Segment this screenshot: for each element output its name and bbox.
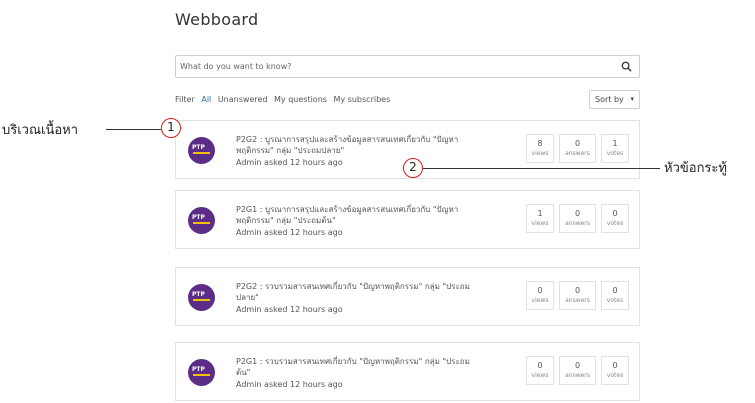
question-card[interactable]: PTP P2G1 : บูรณาการสรุปและสร้างข้อมูลสาร… [175, 190, 640, 249]
answers-label: answers [565, 372, 590, 379]
filter-all[interactable]: All [201, 95, 211, 104]
answers-label: answers [565, 150, 590, 157]
votes-label: votes [606, 372, 624, 379]
callout-marker-2: 2 [403, 158, 423, 178]
views-number: 0 [537, 286, 543, 295]
votes-count: 0 votes [601, 204, 629, 233]
views-count: 0 views [526, 281, 554, 310]
question-title[interactable]: P2G1 : รวบรวมสารสนเทศเกี่ยวกับ "ปัญหาพฤต… [236, 356, 476, 378]
callout-line-topic [423, 168, 660, 169]
votes-label: votes [606, 220, 624, 227]
votes-count: 0 votes [601, 356, 629, 385]
views-number: 1 [537, 209, 543, 218]
avatar: PTP [188, 359, 215, 386]
views-count: 8 views [526, 134, 554, 163]
votes-number: 1 [612, 139, 618, 148]
filter-my-subscribes[interactable]: My subscribes [334, 95, 391, 104]
question-meta: Admin asked 12 hours ago [236, 380, 343, 389]
votes-number: 0 [612, 286, 618, 295]
answers-number: 0 [574, 286, 581, 295]
views-count: 1 views [526, 204, 554, 233]
votes-number: 0 [612, 209, 618, 218]
sort-dropdown[interactable]: Sort by ▾ [589, 90, 640, 109]
views-label: views [531, 220, 549, 227]
question-card[interactable]: PTP P2G2 : รวบรวมสารสนเทศเกี่ยวกับ "ปัญห… [175, 267, 640, 326]
answers-number: 0 [574, 209, 581, 218]
callout-line-content-area [106, 129, 161, 130]
callout-marker-1: 1 [161, 118, 181, 138]
search-icon[interactable] [621, 61, 632, 72]
search-box[interactable] [175, 55, 640, 78]
question-title[interactable]: P2G1 : บูรณาการสรุปและสร้างข้อมูลสารสนเท… [236, 204, 476, 226]
sort-label: Sort by [595, 95, 624, 104]
avatar-logo-text: PTP [192, 291, 205, 298]
search-input[interactable] [176, 56, 610, 77]
votes-number: 0 [612, 361, 618, 370]
avatar-logo-bar [193, 374, 210, 376]
question-card[interactable]: PTP P2G1 : รวบรวมสารสนเทศเกี่ยวกับ "ปัญห… [175, 342, 640, 401]
answers-number: 0 [574, 139, 581, 148]
page-title: Webboard [175, 10, 259, 29]
filter-label: Filter [175, 95, 195, 104]
question-meta: Admin asked 12 hours ago [236, 305, 343, 314]
question-meta: Admin asked 12 hours ago [236, 228, 343, 237]
views-number: 8 [537, 139, 543, 148]
filter-unanswered[interactable]: Unanswered [218, 95, 268, 104]
answers-count: 0 answers [559, 134, 596, 163]
answers-label: answers [565, 297, 590, 304]
views-label: views [531, 150, 549, 157]
votes-label: votes [606, 150, 624, 157]
views-number: 0 [537, 361, 543, 370]
avatar-logo-text: PTP [192, 366, 205, 373]
avatar-logo-bar [193, 152, 210, 154]
answers-count: 0 answers [559, 281, 596, 310]
question-title[interactable]: P2G2 : บูรณาการสรุปและสร้างข้อมูลสารสนเท… [236, 134, 476, 156]
answers-count: 0 answers [559, 204, 596, 233]
filter-my-questions[interactable]: My questions [274, 95, 327, 104]
views-count: 0 views [526, 356, 554, 385]
avatar: PTP [188, 137, 215, 164]
answers-label: answers [565, 220, 590, 227]
avatar-logo-text: PTP [192, 144, 205, 151]
answers-number: 0 [574, 361, 581, 370]
question-meta: Admin asked 12 hours ago [236, 158, 343, 167]
chevron-down-icon: ▾ [630, 95, 634, 103]
filter-bar: Filter All Unanswered My questions My su… [175, 95, 394, 104]
callout-label-topic: หัวข้อกระทู้ [664, 161, 727, 176]
views-label: views [531, 297, 549, 304]
avatar: PTP [188, 207, 215, 234]
votes-count: 1 votes [601, 134, 629, 163]
views-label: views [531, 372, 549, 379]
avatar-logo-bar [193, 299, 210, 301]
answers-count: 0 answers [559, 356, 596, 385]
callout-label-content-area: บริเวณเนื้อหา [2, 123, 79, 138]
avatar: PTP [188, 284, 215, 311]
avatar-logo-text: PTP [192, 214, 205, 221]
votes-label: votes [606, 297, 624, 304]
votes-count: 0 votes [601, 281, 629, 310]
avatar-logo-bar [193, 222, 210, 224]
question-title[interactable]: P2G2 : รวบรวมสารสนเทศเกี่ยวกับ "ปัญหาพฤต… [236, 281, 476, 303]
